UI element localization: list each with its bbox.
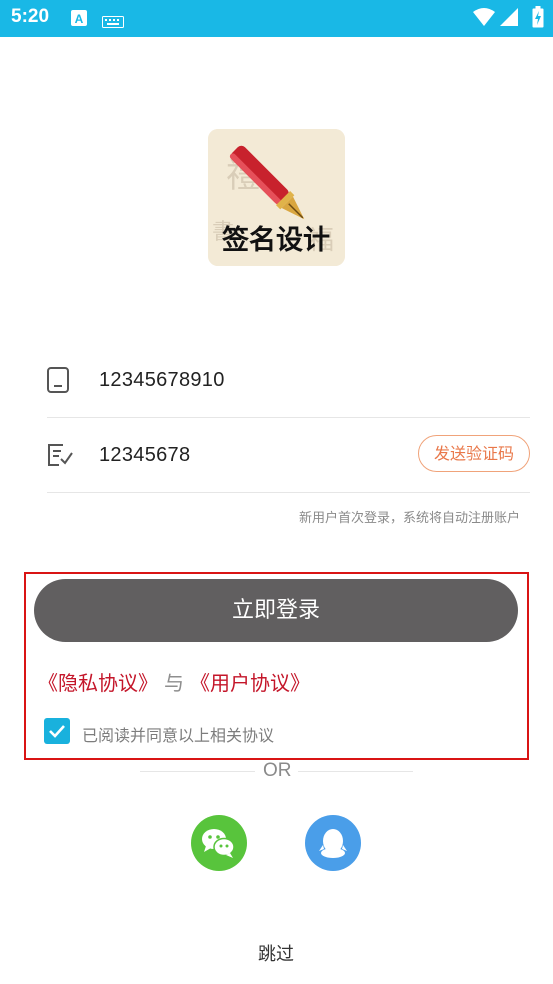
verification-code-icon (47, 443, 73, 471)
privacy-agreement-link[interactable]: 《隐私协议》 (38, 671, 158, 695)
register-hint: 新用户首次登录，系统将自动注册账户 (298, 511, 520, 526)
wechat-login-button[interactable] (191, 815, 247, 871)
user-agreement-link[interactable]: 《用户协议》 (190, 671, 310, 695)
agreements: 《隐私协议》与《用户协议》 (38, 667, 310, 696)
phone-icon (47, 367, 71, 397)
or-divider-left (140, 771, 255, 772)
skip-button[interactable]: 跳过 (258, 940, 294, 966)
phone-row: 12345678910 (47, 343, 530, 418)
or-divider-right (298, 771, 413, 772)
status-time: 5:20 (11, 6, 50, 27)
phone-input[interactable]: 12345678910 (99, 369, 225, 392)
code-input[interactable]: 12345678 (99, 444, 190, 467)
or-text: OR (263, 760, 292, 781)
fountain-pen-icon: 禮 福 書 签名设计 (208, 129, 345, 266)
send-code-button[interactable]: 发送验证码 (418, 435, 530, 472)
font-a-icon: A (71, 10, 87, 30)
svg-text:A: A (75, 12, 84, 26)
qq-icon (319, 829, 347, 858)
code-row: 12345678 发送验证码 (47, 418, 530, 493)
app-logo: 禮 福 書 签名设计 (208, 129, 345, 266)
agreement-separator: 与 (164, 671, 184, 695)
login-button[interactable]: 立即登录 (34, 579, 518, 642)
keyboard-icon (102, 13, 124, 32)
wechat-icon (202, 829, 235, 858)
logo-text: 签名设计 (222, 224, 330, 256)
consent-label: 已阅读并同意以上相关协议 (82, 726, 275, 745)
status-bar: 5:20 A (0, 0, 553, 37)
check-icon (49, 725, 65, 738)
signal-icon (500, 8, 518, 30)
qq-login-button[interactable] (305, 815, 361, 871)
wifi-icon (473, 8, 495, 30)
consent-checkbox[interactable] (44, 718, 70, 744)
battery-charging-icon (532, 6, 544, 32)
